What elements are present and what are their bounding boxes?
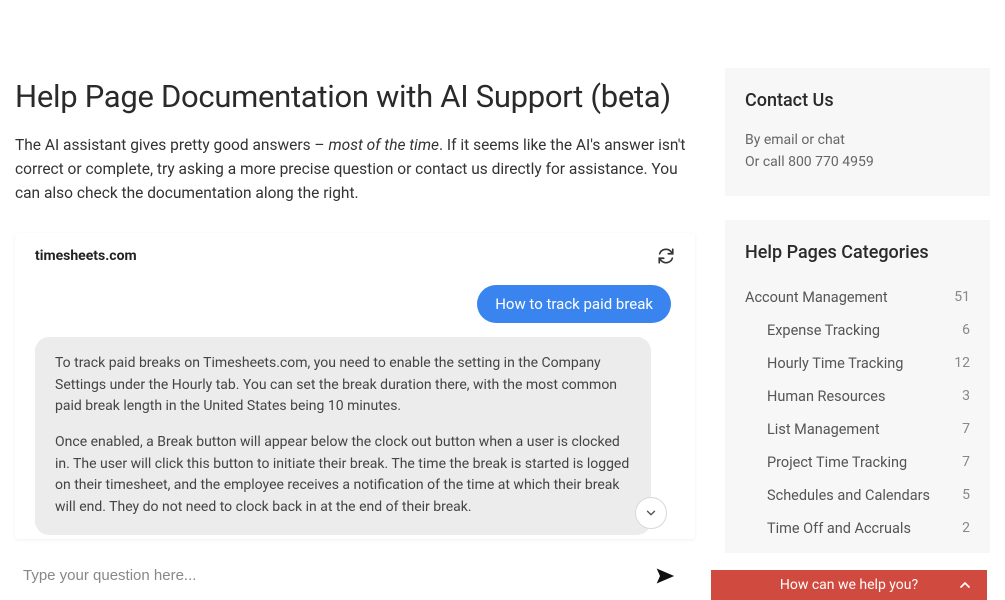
chat-body: How to track paid break To track paid br… bbox=[15, 279, 695, 539]
category-item[interactable]: Human Resources 3 bbox=[745, 380, 970, 413]
send-icon[interactable] bbox=[655, 566, 675, 586]
contact-line: By email or chat bbox=[745, 129, 970, 151]
category-label: Project Time Tracking bbox=[767, 454, 907, 471]
category-label: Human Resources bbox=[767, 388, 885, 405]
category-item[interactable]: Expense Tracking 6 bbox=[745, 314, 970, 347]
categories-heading: Help Pages Categories bbox=[745, 242, 970, 263]
category-label: Hourly Time Tracking bbox=[767, 355, 903, 372]
chat-title: timesheets.com bbox=[35, 248, 137, 264]
category-item[interactable]: Hourly Time Tracking 12 bbox=[745, 347, 970, 380]
user-message: How to track paid break bbox=[477, 285, 671, 323]
contact-heading: Contact Us bbox=[745, 90, 970, 111]
categories-card: Help Pages Categories Account Management… bbox=[725, 220, 990, 553]
chat-scroll[interactable]: How to track paid break To track paid br… bbox=[25, 279, 685, 539]
category-item[interactable]: Time Off and Accruals 2 bbox=[745, 512, 970, 545]
category-item[interactable]: List Management 7 bbox=[745, 413, 970, 446]
intro-em: most of the time bbox=[328, 136, 439, 154]
help-bar-label: How can we help you? bbox=[780, 577, 918, 593]
category-label: Account Management bbox=[745, 289, 888, 306]
intro-text: The AI assistant gives pretty good answe… bbox=[15, 133, 695, 205]
ai-paragraph: To track paid breaks on Timesheets.com, … bbox=[55, 353, 631, 418]
chat-input-row bbox=[15, 539, 695, 592]
category-count: 3 bbox=[962, 388, 970, 405]
refresh-icon[interactable] bbox=[657, 247, 675, 265]
contact-card: Contact Us By email or chat Or call 800 … bbox=[725, 68, 990, 196]
category-count: 7 bbox=[962, 454, 970, 471]
chat-widget: timesheets.com How to track paid break T… bbox=[15, 233, 695, 539]
category-item[interactable]: Account Management 51 bbox=[745, 281, 970, 314]
chat-input[interactable] bbox=[19, 559, 645, 592]
categories-list: Account Management 51 Expense Tracking 6 Hou… bbox=[745, 281, 970, 545]
category-label: Schedules and Calendars bbox=[767, 487, 930, 504]
category-label: List Management bbox=[767, 421, 880, 438]
chat-header: timesheets.com bbox=[15, 233, 695, 279]
category-label: Expense Tracking bbox=[767, 322, 880, 339]
contact-line: Or call 800 770 4959 bbox=[745, 151, 970, 173]
help-bar[interactable]: How can we help you? bbox=[711, 570, 987, 600]
category-count: 51 bbox=[954, 289, 970, 306]
intro-before: The AI assistant gives pretty good answe… bbox=[15, 136, 328, 154]
category-count: 7 bbox=[962, 421, 970, 438]
chevron-up-icon bbox=[957, 577, 973, 593]
category-item[interactable]: Project Time Tracking 7 bbox=[745, 446, 970, 479]
category-label: Time Off and Accruals bbox=[767, 520, 911, 537]
category-count: 12 bbox=[954, 355, 970, 372]
category-count: 6 bbox=[962, 322, 970, 339]
scroll-down-button[interactable] bbox=[635, 497, 667, 529]
category-item[interactable]: Schedules and Calendars 5 bbox=[745, 479, 970, 512]
category-count: 2 bbox=[962, 520, 970, 537]
chevron-down-icon bbox=[644, 506, 658, 520]
page-title: Help Page Documentation with AI Support … bbox=[15, 78, 695, 115]
ai-paragraph: Once enabled, a Break button will appear… bbox=[55, 432, 631, 519]
ai-message: To track paid breaks on Timesheets.com, … bbox=[35, 337, 651, 535]
category-count: 5 bbox=[962, 487, 970, 504]
